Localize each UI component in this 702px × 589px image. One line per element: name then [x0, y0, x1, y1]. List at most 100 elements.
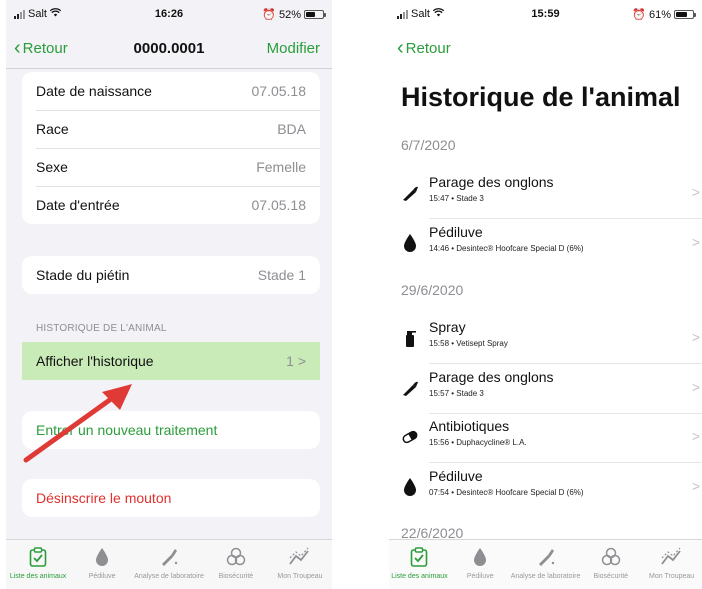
details-group: Date de naissance 07.05.18 Race BDA Sexe… — [22, 72, 320, 224]
tab-label: Biosécurité — [593, 573, 629, 580]
tab-label: Mon Troupeau — [277, 573, 323, 580]
tab-biosecurity[interactable]: Biosécurité — [580, 540, 641, 589]
detail-row-entry-date: Date d'entrée 07.05.18 — [22, 186, 320, 224]
battery-status: ⏰ 61% — [632, 8, 696, 21]
status-bar: Salt 16:26 ⏰ 52% — [6, 0, 332, 30]
chevron-right-icon: > — [691, 329, 700, 345]
history-item-subtitle: 15:47 • Stade 3 — [429, 194, 484, 203]
pill-icon — [401, 426, 419, 448]
tab-animal-list[interactable]: Liste des animaux — [389, 540, 450, 589]
history-item-title: Pédiluve — [429, 224, 483, 240]
chevron-right-icon: > — [691, 379, 700, 395]
tab-bar: Liste des animaux Pédiluve Analyse de la… — [6, 539, 332, 589]
unsubscribe-group: Désinscrire le mouton — [22, 479, 320, 517]
detail-value: 07.05.18 — [251, 83, 307, 99]
row-divider — [429, 413, 702, 414]
battery-icon — [674, 10, 696, 19]
tab-lab-analysis[interactable]: Analyse de laboratoire — [134, 540, 204, 589]
history-item[interactable]: Spray 15:58 • Vetisept Spray > — [389, 317, 702, 361]
history-item-subtitle: 07:54 • Desintec® Hoofcare Special D (6%… — [429, 488, 584, 497]
tab-label: Analyse de laboratoire — [134, 573, 204, 580]
back-button[interactable]: ‹ Retour — [397, 37, 451, 59]
nav-bar: ‹ Retour 0000.0001 Modifier — [6, 34, 332, 64]
alarm-icon: ⏰ — [262, 9, 276, 21]
date-header: 6/7/2020 — [401, 137, 456, 153]
tab-label: Biosécurité — [218, 573, 254, 580]
detail-row-birthdate: Date de naissance 07.05.18 — [22, 72, 320, 110]
detail-label: Sexe — [36, 159, 68, 175]
annotation-arrow-icon — [23, 384, 132, 463]
tab-my-herd[interactable]: Mon Troupeau — [641, 540, 702, 589]
tab-footbath[interactable]: Pédiluve — [70, 540, 134, 589]
stage-label: Stade du piétin — [36, 267, 130, 283]
unsubscribe-row[interactable]: Désinscrire le mouton — [22, 479, 320, 517]
tab-animal-list[interactable]: Liste des animaux — [6, 540, 70, 589]
detail-label: Date d'entrée — [36, 197, 120, 213]
history-item[interactable]: Antibiotiques 15:56 • Duphacycline® L.A.… — [389, 416, 702, 460]
history-item-subtitle: 15:58 • Vetisept Spray — [429, 339, 508, 348]
clipboard-check-icon — [406, 544, 432, 570]
stage-row[interactable]: Stade du piétin Stade 1 — [22, 256, 320, 294]
tab-my-herd[interactable]: Mon Troupeau — [268, 540, 332, 589]
detail-value: 07.05.18 — [251, 197, 307, 213]
drop-icon — [89, 544, 115, 570]
tab-footbath[interactable]: Pédiluve — [450, 540, 511, 589]
drop-icon — [467, 544, 493, 570]
date-header: 29/6/2020 — [401, 282, 464, 298]
pipette-icon — [156, 544, 182, 570]
history-item[interactable]: Pédiluve 14:46 • Desintec® Hoofcare Spec… — [389, 222, 702, 266]
battery-percent: 61% — [648, 8, 671, 21]
chevron-right-icon: > — [691, 428, 700, 444]
show-history-label: Afficher l'historique — [36, 353, 154, 369]
chevron-right-icon: > — [297, 353, 306, 369]
history-item[interactable]: Pédiluve 07:54 • Desintec® Hoofcare Spec… — [389, 466, 702, 510]
row-divider — [429, 218, 702, 219]
chevron-left-icon: ‹ — [397, 37, 404, 59]
detail-row-sex: Sexe Femelle — [22, 148, 320, 186]
trend-icon — [659, 544, 685, 570]
history-item-subtitle: 14:46 • Desintec® Hoofcare Special D (6%… — [429, 244, 584, 253]
detail-label: Race — [36, 121, 69, 137]
detail-row-breed: Race BDA — [22, 110, 320, 148]
battery-icon — [304, 10, 326, 19]
status-bar: Salt 15:59 ⏰ 61% — [389, 0, 702, 30]
history-item-title: Antibiotiques — [429, 418, 510, 434]
tab-label: Pédiluve — [466, 573, 494, 580]
trend-icon — [287, 544, 313, 570]
hoof-knife-icon — [401, 377, 419, 399]
unsubscribe-button[interactable]: Désinscrire le mouton — [36, 490, 171, 506]
drop-icon — [401, 232, 419, 254]
tab-label: Analyse de laboratoire — [510, 573, 581, 580]
history-group: Afficher l'historique 1 > — [22, 342, 320, 380]
row-divider — [429, 363, 702, 364]
history-item[interactable]: Parage des onglons 15:57 • Stade 3 > — [389, 367, 702, 411]
stage-group: Stade du piétin Stade 1 — [22, 256, 320, 294]
nav-divider — [6, 68, 332, 69]
row-divider — [429, 462, 702, 463]
biohazard-icon — [598, 544, 624, 570]
history-item-title: Parage des onglons — [429, 369, 554, 385]
edit-button[interactable]: Modifier — [267, 40, 320, 57]
tab-label: Mon Troupeau — [649, 573, 695, 580]
history-item[interactable]: Parage des onglons 15:47 • Stade 3 > — [389, 172, 702, 216]
battery-status: ⏰ 52% — [262, 8, 326, 21]
drop-icon — [401, 476, 419, 498]
detail-value: Femelle — [256, 159, 306, 175]
tab-label: Liste des animaux — [9, 573, 67, 580]
chevron-right-icon: > — [691, 234, 700, 250]
tab-biosecurity[interactable]: Biosécurité — [204, 540, 268, 589]
history-item-subtitle: 15:56 • Duphacycline® L.A. — [429, 438, 527, 447]
chevron-right-icon: > — [691, 184, 700, 200]
history-item-subtitle: 15:57 • Stade 3 — [429, 389, 484, 398]
right-screen: Salt 15:59 ⏰ 61% ‹ Retour Historique de … — [389, 0, 702, 589]
history-section-header: HISTORIQUE DE L'ANIMAL — [36, 323, 167, 334]
history-count: 1 > — [286, 353, 306, 369]
page-title: Historique de l'animal — [401, 82, 681, 112]
history-item-title: Pédiluve — [429, 468, 483, 484]
pipette-icon — [533, 544, 559, 570]
show-history-row[interactable]: Afficher l'historique 1 > — [22, 342, 320, 380]
biohazard-icon — [223, 544, 249, 570]
detail-label: Date de naissance — [36, 83, 152, 99]
detail-value: BDA — [277, 121, 306, 137]
tab-lab-analysis[interactable]: Analyse de laboratoire — [510, 540, 581, 589]
